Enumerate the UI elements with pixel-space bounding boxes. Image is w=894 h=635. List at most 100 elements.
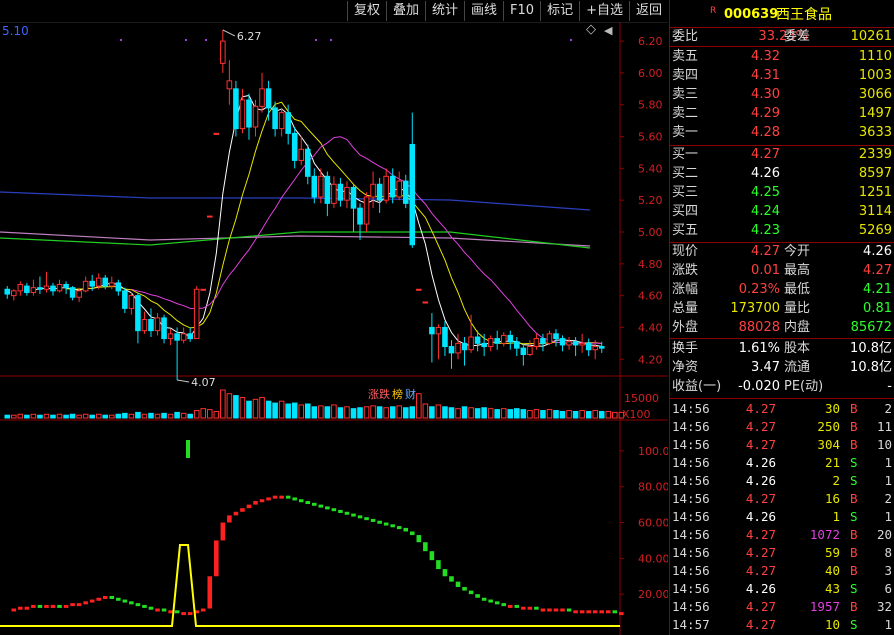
volume-bar xyxy=(311,406,318,419)
chart-area[interactable]: 6.20 6.00 5.80 5.60 5.40 5.20 5.00 4.80 4.60 4.40… xyxy=(0,0,668,635)
volume-bar xyxy=(318,405,324,419)
indicator-bar xyxy=(181,612,186,616)
bid-row[interactable]: 买五 4.23 5269 xyxy=(670,222,894,240)
volume-bar xyxy=(579,410,585,419)
bid-row[interactable]: 买三 4.25 1251 xyxy=(670,184,894,202)
trade-row[interactable]: 14:56 4.26 43 S 6 xyxy=(670,580,894,598)
volume-bar xyxy=(376,406,383,419)
event-marker xyxy=(570,39,572,41)
diamond-icon[interactable]: ◇ xyxy=(586,22,596,37)
indicator-bar xyxy=(168,610,173,614)
bid-row[interactable]: 买二 4.26 8597 xyxy=(670,165,894,183)
trade-row[interactable]: 14:56 4.27 1072 B 20 xyxy=(670,526,894,544)
trade-row[interactable]: 14:56 4.26 2 S 1 xyxy=(670,472,894,490)
trade-price: 4.27 xyxy=(745,617,776,632)
volume-bar xyxy=(122,412,128,419)
candle-body xyxy=(579,342,585,346)
ask-row[interactable]: 卖三 4.30 3066 xyxy=(670,86,894,104)
indicator-bar xyxy=(475,594,480,598)
trade-row[interactable]: 14:56 4.26 1 S 1 xyxy=(670,508,894,526)
moving-average-line xyxy=(0,191,591,211)
toolbar-button[interactable]: 画线 xyxy=(464,1,503,21)
indicator-bar xyxy=(11,608,17,612)
event-badges[interactable]: 涨跌 榜 财 xyxy=(368,386,416,402)
toolbar-button[interactable]: 统计 xyxy=(425,1,464,21)
indicator-bar xyxy=(266,497,271,501)
ask-row[interactable]: 卖一 4.28 3633 xyxy=(670,124,894,142)
quote-value: 4.21 xyxy=(863,282,892,297)
fundamental-value: 1.61% xyxy=(738,341,780,356)
volume-bar xyxy=(481,407,487,419)
badge-rise-fall[interactable]: 涨跌 xyxy=(368,386,390,402)
quote-value: 4.26 xyxy=(863,244,892,259)
ask-row[interactable]: 卖四 4.31 1003 xyxy=(670,67,894,85)
order-ratio-row: 委比 33.23% 委差 10261 xyxy=(672,29,892,44)
candle-body xyxy=(585,342,592,351)
ask-price: 4.30 xyxy=(751,87,780,102)
volume-bar xyxy=(37,414,43,419)
indicator-bar xyxy=(57,604,62,608)
trade-row[interactable]: 14:56 4.27 16 B 2 xyxy=(670,490,894,508)
candle-body xyxy=(357,207,363,225)
trade-row[interactable]: 14:56 4.27 59 B 8 xyxy=(670,544,894,562)
volume-bar xyxy=(102,414,109,419)
indicator-bar xyxy=(70,603,75,607)
trade-row[interactable]: 14:56 4.27 30 B 2 xyxy=(670,400,894,418)
collapse-icon[interactable]: ◀ xyxy=(604,24,612,37)
ask-row[interactable]: 卖二 4.29 1497 xyxy=(670,105,894,123)
indicator-bar xyxy=(259,499,265,503)
candle-body xyxy=(402,180,409,204)
candle-body xyxy=(291,132,298,161)
ask-row[interactable]: 卖五 4.32 1110 xyxy=(670,48,894,66)
toolbar-button[interactable]: F10 xyxy=(503,1,540,21)
indicator-bar xyxy=(83,601,88,605)
trade-price: 4.26 xyxy=(745,581,776,596)
indicator-bar xyxy=(24,606,30,610)
trade-row[interactable]: 14:57 4.27 10 S 1 xyxy=(670,616,894,634)
trade-price: 4.27 xyxy=(745,599,776,614)
indicator-bar xyxy=(488,599,493,603)
badge-rank[interactable]: 榜 xyxy=(392,386,403,402)
bid-row[interactable]: 买四 4.24 3114 xyxy=(670,203,894,221)
volume-bar xyxy=(193,410,200,419)
candle-body xyxy=(318,175,324,198)
candle-body xyxy=(43,285,50,290)
indicator-bar xyxy=(318,504,324,508)
volume-bar xyxy=(174,411,180,419)
indicator-tick-label: 100.0 xyxy=(638,445,668,458)
trade-row[interactable]: 14:56 4.27 304 B 10 xyxy=(670,436,894,454)
indicator-bar xyxy=(364,517,369,521)
candle-body xyxy=(448,346,455,354)
indicator-bar xyxy=(579,610,585,614)
trade-row[interactable]: 14:56 4.27 250 B 11 xyxy=(670,418,894,436)
volume-bar xyxy=(246,400,252,419)
toolbar-button[interactable]: 标记 xyxy=(540,1,579,21)
toolbar-button[interactable]: 叠加 xyxy=(385,1,425,21)
trade-row[interactable]: 14:56 4.27 1957 B 32 xyxy=(670,598,894,616)
kline-chart[interactable]: 6.20 6.00 5.80 5.60 5.40 5.20 5.00 4.80 4.60 4.40… xyxy=(0,0,668,635)
badge-finance[interactable]: 财 xyxy=(405,386,416,402)
indicator-bar xyxy=(148,606,154,610)
candle-body xyxy=(148,319,154,332)
trade-price: 4.27 xyxy=(745,527,776,542)
event-marker xyxy=(205,39,207,41)
trade-count: 8 xyxy=(884,545,892,560)
volume-bar xyxy=(566,410,572,419)
trade-row[interactable]: 14:56 4.27 40 B 3 xyxy=(670,562,894,580)
candle-body xyxy=(82,280,89,292)
trade-row[interactable]: 14:56 4.26 21 S 1 xyxy=(670,454,894,472)
trade-time: 14:56 xyxy=(672,437,710,452)
toolbar-button[interactable]: 复权 xyxy=(346,1,386,21)
toolbar-button[interactable]: +自选 xyxy=(579,1,629,21)
trade-time: 14:56 xyxy=(672,455,710,470)
indicator-bar xyxy=(527,606,533,610)
candle-body xyxy=(298,148,305,161)
price-tick-label: 4.40 xyxy=(638,321,663,334)
signal-line xyxy=(0,544,620,627)
toolbar-button[interactable]: 返回 xyxy=(628,1,668,21)
indicator-bar xyxy=(246,504,252,509)
volume-bar xyxy=(442,406,448,419)
stock-name: 西王食品 xyxy=(776,7,832,23)
volume-bar xyxy=(161,412,167,419)
bid-row[interactable]: 买一 4.27 2339 xyxy=(670,146,894,164)
